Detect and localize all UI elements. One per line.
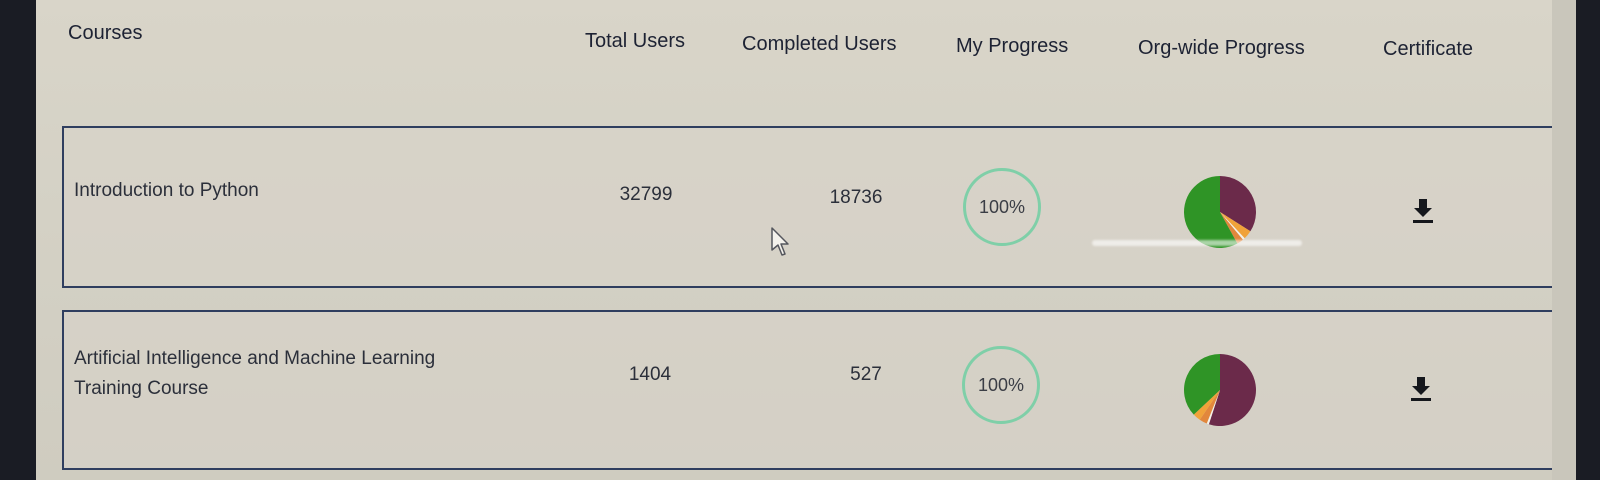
my-progress-ring: 100% bbox=[963, 168, 1041, 246]
completed-users-value: 527 bbox=[850, 364, 882, 385]
course-dashboard: Courses Total Users Completed Users My P… bbox=[36, 0, 1576, 480]
my-progress-value: 100% bbox=[978, 196, 1026, 217]
course-name-line: Artificial Intelligence and Machine Lear… bbox=[74, 348, 436, 369]
org-progress-pie bbox=[1184, 354, 1256, 426]
my-progress-ring: 100% bbox=[962, 346, 1040, 424]
total-users-value: 1404 bbox=[628, 364, 672, 385]
table-row: Introduction to Python 32799 18736 100% bbox=[62, 126, 1560, 288]
total-users-value: 32799 bbox=[619, 184, 673, 205]
header-courses[interactable]: Courses bbox=[68, 22, 142, 45]
course-name[interactable]: Introduction to Python bbox=[74, 176, 504, 206]
download-icon[interactable] bbox=[1406, 374, 1436, 404]
screen-glare bbox=[1092, 240, 1302, 246]
header-org-progress[interactable]: Org-wide Progress bbox=[1138, 37, 1305, 60]
completed-users-value: 18736 bbox=[829, 187, 883, 208]
download-icon[interactable] bbox=[1408, 196, 1438, 226]
table-header: Courses Total Users Completed Users My P… bbox=[36, 0, 1576, 110]
course-name-line: Training Course bbox=[74, 378, 209, 399]
header-total-users[interactable]: Total Users bbox=[585, 30, 685, 53]
header-my-progress[interactable]: My Progress bbox=[956, 35, 1068, 58]
course-name-line: Introduction to Python bbox=[74, 180, 259, 201]
my-progress-value: 100% bbox=[977, 374, 1025, 395]
course-name[interactable]: Artificial Intelligence and Machine Lear… bbox=[74, 344, 504, 404]
header-completed-users[interactable]: Completed Users bbox=[742, 33, 897, 56]
header-certificate[interactable]: Certificate bbox=[1383, 38, 1473, 61]
table-row: Artificial Intelligence and Machine Lear… bbox=[62, 310, 1560, 470]
mouse-cursor-icon bbox=[771, 227, 789, 256]
screen-edge bbox=[1552, 0, 1576, 480]
